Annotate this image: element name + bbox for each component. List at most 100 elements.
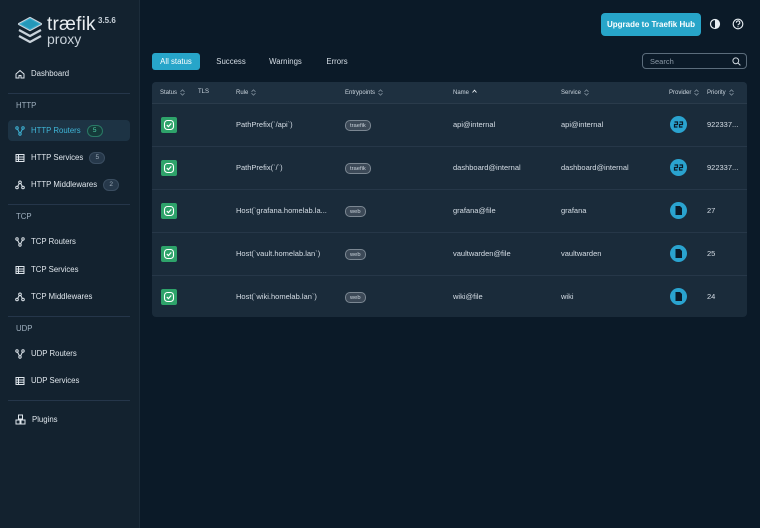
sidebar-item-label: HTTP Services [31, 153, 84, 162]
sidebar-item-tcp-routers[interactable]: TCP Routers [8, 231, 130, 252]
service-cell: vaultwarden [561, 249, 602, 258]
brand-sub: proxy [47, 31, 82, 47]
sidebar-item-http-services[interactable]: HTTP Services 5 [8, 147, 130, 168]
sort-icon [694, 89, 700, 96]
middlewares-icon [15, 180, 25, 190]
traefik-logo[interactable]: træfik 3.5.6 proxy [16, 14, 126, 48]
priority-cell: 27 [707, 206, 716, 215]
sidebar-item-label: Dashboard [31, 69, 70, 78]
priority-cell: 922337... [707, 163, 739, 172]
name-cell: api@internal [453, 120, 496, 129]
filter-all-status[interactable]: All status [152, 53, 200, 70]
table-row[interactable]: PathPrefix(`/api`) traefik api@internal … [152, 103, 747, 147]
theme-toggle-icon[interactable] [709, 18, 721, 30]
sidebar-divider [8, 204, 130, 205]
help-icon[interactable] [732, 18, 744, 30]
sort-icon [378, 89, 383, 96]
table-row[interactable]: Host(`wiki.homelab.lan`) web wiki@file w… [152, 275, 747, 317]
internal-provider-icon [670, 116, 687, 133]
count-badge: 5 [86, 124, 103, 137]
rule-cell: PathPrefix(`/api`) [236, 120, 293, 129]
service-cell: wiki [561, 292, 574, 301]
sort-asc-icon [472, 89, 477, 93]
entrypoint-chip: web [345, 206, 366, 217]
upgrade-button[interactable]: Upgrade to Traefik Hub [601, 13, 701, 36]
search-input[interactable]: Search [642, 53, 747, 69]
sidebar-item-udp-routers[interactable]: UDP Routers [8, 343, 130, 364]
traefik-logo-icon [17, 16, 43, 44]
sidebar-divider [8, 93, 130, 94]
success-status-icon [161, 117, 177, 133]
sort-icon [728, 89, 734, 96]
name-cell: wiki@file [453, 292, 483, 301]
search-placeholder: Search [650, 56, 674, 66]
rule-cell: Host(`wiki.homelab.lan`) [236, 292, 317, 301]
column-header-status[interactable]: Status [160, 89, 185, 96]
service-cell: dashboard@internal [561, 163, 629, 172]
section-label-tcp: TCP [16, 212, 32, 221]
table-row[interactable]: PathPrefix(`/`) traefik dashboard@intern… [152, 146, 747, 190]
home-icon [15, 69, 25, 79]
filter-success[interactable]: Success [210, 53, 252, 70]
sidebar-item-label: UDP Routers [31, 349, 77, 358]
services-icon [15, 376, 25, 386]
filter-errors[interactable]: Errors [320, 53, 354, 70]
services-icon [15, 265, 25, 275]
priority-cell: 922337... [707, 120, 739, 129]
sidebar-item-http-routers[interactable]: HTTP Routers 5 [8, 120, 130, 141]
column-header-rule[interactable]: Rule [236, 89, 257, 96]
sort-icon [180, 89, 185, 96]
routers-icon [15, 236, 25, 247]
count-badge: 5 [89, 151, 106, 164]
service-cell: grafana [561, 206, 587, 215]
entrypoint-chip: web [345, 249, 366, 260]
sidebar-item-plugins[interactable]: Plugins [8, 409, 130, 430]
file-provider-icon [670, 288, 687, 305]
routers-icon [15, 348, 25, 359]
sidebar-item-dashboard[interactable]: Dashboard [8, 63, 130, 84]
table-row[interactable]: Host(`vault.homelab.lan`) web vaultwarde… [152, 232, 747, 276]
file-provider-icon [670, 202, 687, 219]
services-icon [15, 153, 25, 163]
routers-table: Status TLS Rule Entrypoints Name Service… [152, 82, 747, 317]
sidebar: træfik 3.5.6 proxy Dashboard HTTP HTTP R… [0, 0, 140, 528]
section-label-http: HTTP [16, 101, 37, 110]
sort-icon [584, 89, 589, 96]
column-header-name[interactable]: Name [453, 89, 477, 96]
sidebar-item-tcp-services[interactable]: TCP Services [8, 259, 130, 280]
column-header-service[interactable]: Service [561, 89, 589, 96]
rule-cell: PathPrefix(`/`) [236, 163, 283, 172]
sidebar-item-label: HTTP Routers [31, 126, 81, 135]
table-row[interactable]: Host(`grafana.homelab.la... web grafana@… [152, 189, 747, 233]
rule-cell: Host(`vault.homelab.lan`) [236, 249, 321, 258]
entrypoint-chip: traefik [345, 163, 371, 174]
brand-version: 3.5.6 [98, 16, 116, 25]
name-cell: dashboard@internal [453, 163, 521, 172]
column-header-entrypoints[interactable]: Entrypoints [345, 89, 383, 96]
routers-icon [15, 125, 25, 136]
column-header-provider[interactable]: Provider [669, 89, 700, 96]
column-header-priority[interactable]: Priority [707, 89, 734, 96]
sidebar-item-label: TCP Routers [31, 237, 76, 246]
sidebar-item-label: TCP Middlewares [31, 292, 93, 301]
success-status-icon [161, 203, 177, 219]
entrypoint-chip: web [345, 292, 366, 303]
sidebar-item-label: HTTP Middlewares [31, 180, 98, 189]
middlewares-icon [15, 292, 25, 302]
priority-cell: 24 [707, 292, 716, 301]
sort-icon [251, 89, 257, 96]
sidebar-item-tcp-middlewares[interactable]: TCP Middlewares [8, 286, 130, 307]
sidebar-divider [8, 316, 130, 317]
priority-cell: 25 [707, 249, 716, 258]
success-status-icon [161, 289, 177, 305]
sidebar-item-http-middlewares[interactable]: HTTP Middlewares 2 [8, 174, 130, 195]
filter-warnings[interactable]: Warnings [263, 53, 308, 70]
file-provider-icon [670, 245, 687, 262]
count-badge: 2 [103, 178, 120, 191]
internal-provider-icon [670, 159, 687, 176]
sidebar-item-label: TCP Services [31, 265, 79, 274]
rule-cell: Host(`grafana.homelab.la... [236, 206, 327, 215]
service-cell: api@internal [561, 120, 604, 129]
name-cell: grafana@file [453, 206, 496, 215]
sidebar-item-udp-services[interactable]: UDP Services [8, 370, 130, 391]
